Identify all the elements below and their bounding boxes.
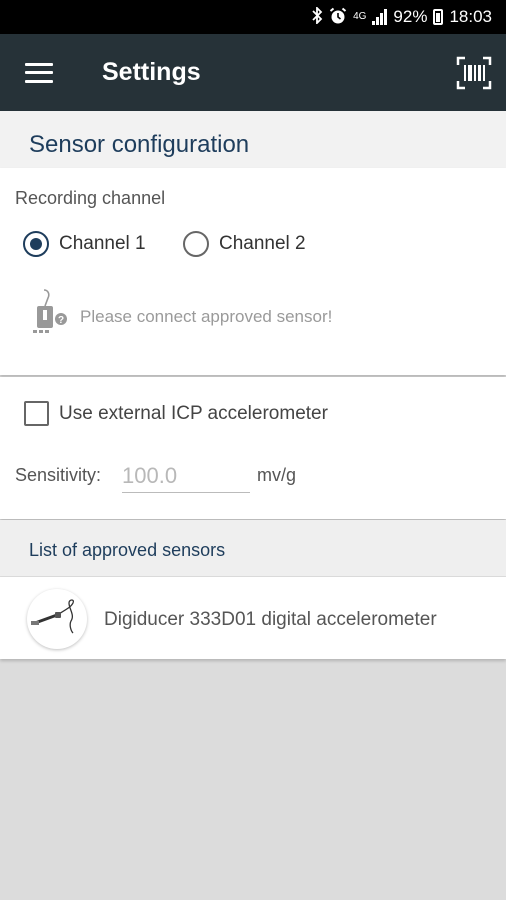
bluetooth-icon xyxy=(311,5,323,27)
alarm-icon xyxy=(329,7,347,28)
hamburger-menu-icon[interactable] xyxy=(0,34,80,111)
external-icp-checkbox[interactable] xyxy=(24,401,49,426)
app-bar: Settings xyxy=(0,34,506,111)
sensitivity-unit: mv/g xyxy=(257,465,297,485)
signal-icon xyxy=(372,9,388,25)
battery-percent: 92% xyxy=(393,7,428,26)
status-bar: 4G 92% 18:03 xyxy=(0,0,506,34)
external-icp-option[interactable]: Use external ICP accelerometer xyxy=(24,401,328,426)
connect-sensor-message: Please connect approved sensor! xyxy=(80,306,333,326)
radio-button-unchecked[interactable] xyxy=(183,231,209,257)
connect-sensor-hint: ? Please connect approved sensor! xyxy=(28,288,332,345)
lte-icon: 4G xyxy=(353,11,367,22)
section-header-approved-sensors: List of approved sensors xyxy=(0,520,506,576)
sensitivity-label: Sensitivity: xyxy=(15,465,102,485)
svg-text:?: ? xyxy=(58,315,64,326)
external-icp-card: Use external ICP accelerometer Sensitivi… xyxy=(0,377,506,519)
list-item[interactable]: Digiducer 333D01 digital accelerometer xyxy=(0,577,506,659)
section-header-sensor-configuration: Sensor configuration xyxy=(0,111,506,168)
accelerometer-cable-icon xyxy=(27,589,87,649)
clock: 18:03 xyxy=(449,7,492,26)
page-title: Settings xyxy=(102,58,201,86)
sensitivity-input[interactable] xyxy=(122,459,250,493)
barcode-scan-icon[interactable] xyxy=(456,56,492,90)
channel-1-label: Channel 1 xyxy=(59,233,146,254)
radio-button-checked[interactable] xyxy=(23,231,49,257)
channel-2-radio-option[interactable]: Channel 2 xyxy=(183,231,306,257)
channel-1-radio-option[interactable]: Channel 1 xyxy=(23,231,146,257)
recording-channel-card: Recording channel Channel 1 Channel 2 ? … xyxy=(0,168,506,375)
sensor-name: Digiducer 333D01 digital accelerometer xyxy=(104,609,437,630)
battery-icon xyxy=(433,9,444,25)
external-icp-label: Use external ICP accelerometer xyxy=(59,402,328,424)
sensor-question-icon: ? xyxy=(28,288,70,345)
recording-channel-label: Recording channel xyxy=(15,188,166,208)
channel-2-label: Channel 2 xyxy=(219,233,306,254)
